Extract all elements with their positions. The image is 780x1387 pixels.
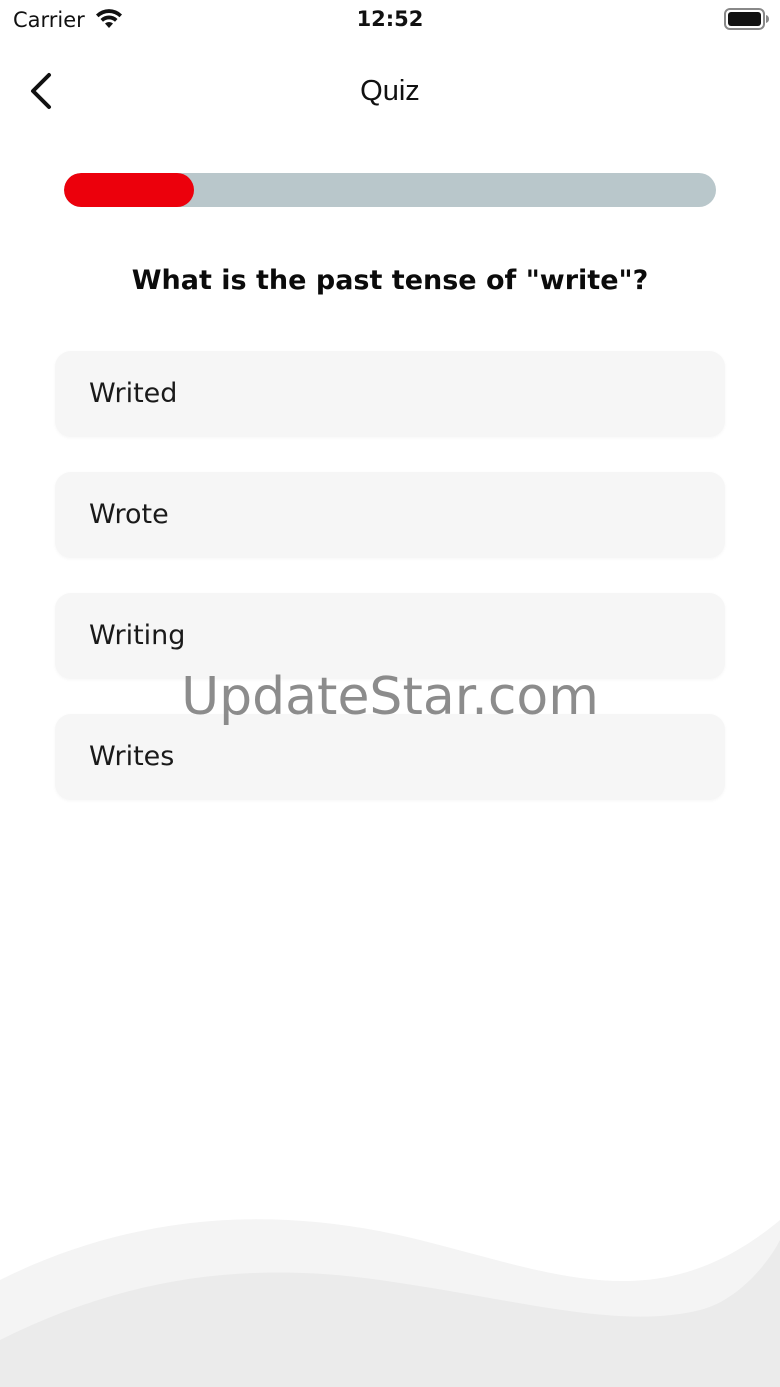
- answer-option[interactable]: Wrote: [55, 472, 725, 558]
- status-bar: Carrier 12:52: [0, 0, 780, 40]
- answer-option-label: Writes: [89, 741, 175, 772]
- answer-option-label: Writed: [89, 378, 178, 409]
- question-text: What is the past tense of "write"?: [131, 265, 649, 296]
- quiz-progress-fill: [64, 173, 195, 207]
- background-waves: [0, 1219, 780, 1387]
- status-time: 12:52: [356, 7, 424, 31]
- page-title: Quiz: [360, 75, 420, 107]
- answer-option-label: Writing: [89, 620, 186, 651]
- answer-option-label: Wrote: [89, 499, 169, 530]
- battery-icon: [724, 8, 770, 30]
- quiz-progress-bar: [64, 173, 716, 207]
- answer-option[interactable]: Writed: [55, 351, 725, 437]
- answer-option[interactable]: Writing: [55, 593, 725, 679]
- answer-options: Writed Wrote Writing Writes: [55, 351, 725, 835]
- answer-option[interactable]: Writes: [55, 714, 725, 800]
- nav-bar: Quiz: [0, 58, 780, 124]
